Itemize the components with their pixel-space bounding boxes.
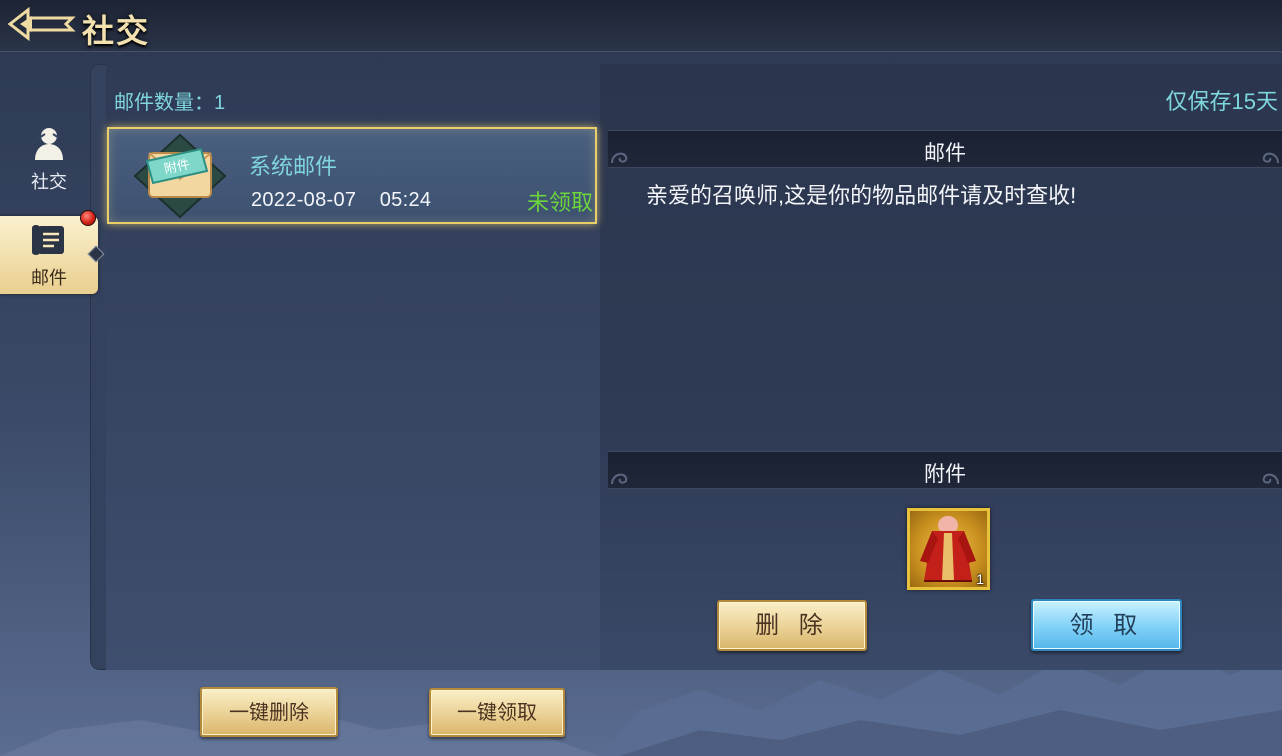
- section-title: 邮件: [924, 142, 966, 165]
- sidebar-item-social[interactable]: 社交: [0, 120, 98, 196]
- claim-all-button[interactable]: 一键领取: [429, 688, 565, 737]
- page-title: 社交: [82, 12, 151, 50]
- mail-subject: 系统邮件: [249, 154, 338, 179]
- top-bar: 社交: [0, 0, 1282, 52]
- swirl-ornament-icon: [1262, 473, 1279, 485]
- social-icon: [35, 128, 63, 160]
- attachment-item[interactable]: 1: [907, 508, 990, 590]
- mail-timestamp: 2022-08-07 05:24: [251, 189, 431, 212]
- mail-time: 05:24: [379, 189, 432, 211]
- swirl-ornament-icon: [1262, 152, 1279, 164]
- attachment-section-header: 附件: [608, 451, 1282, 489]
- mail-body-text: 亲爱的召唤师,这是你的物品邮件请及时查收!: [646, 183, 1077, 208]
- mail-date: 2022-08-07: [251, 189, 357, 211]
- section-title: 附件: [924, 463, 966, 486]
- notification-dot: [80, 210, 96, 226]
- status-badge: 未领取: [526, 190, 593, 215]
- keep-notice: 仅保存15天: [1165, 89, 1278, 114]
- mail-scroll-icon: [32, 225, 64, 255]
- delete-all-button[interactable]: 一键删除: [200, 687, 338, 737]
- mail-count: 邮件数量：1: [114, 92, 226, 114]
- back-arrow-icon[interactable]: [6, 6, 76, 42]
- mail-section-header: 邮件: [608, 130, 1282, 168]
- attachment-mail-icon: 附件: [133, 133, 227, 219]
- claim-button[interactable]: 领 取: [1031, 599, 1182, 651]
- list-item[interactable]: 附件 系统邮件 2022-08-07 05:24 未领取: [107, 127, 597, 224]
- attachment-count: 1: [976, 571, 984, 587]
- sidebar-item-mail[interactable]: 邮件: [0, 216, 98, 294]
- delete-button[interactable]: 删 除: [717, 600, 867, 651]
- sidebar-item-label: 邮件: [31, 268, 67, 288]
- sidebar-item-label: 社交: [31, 172, 67, 192]
